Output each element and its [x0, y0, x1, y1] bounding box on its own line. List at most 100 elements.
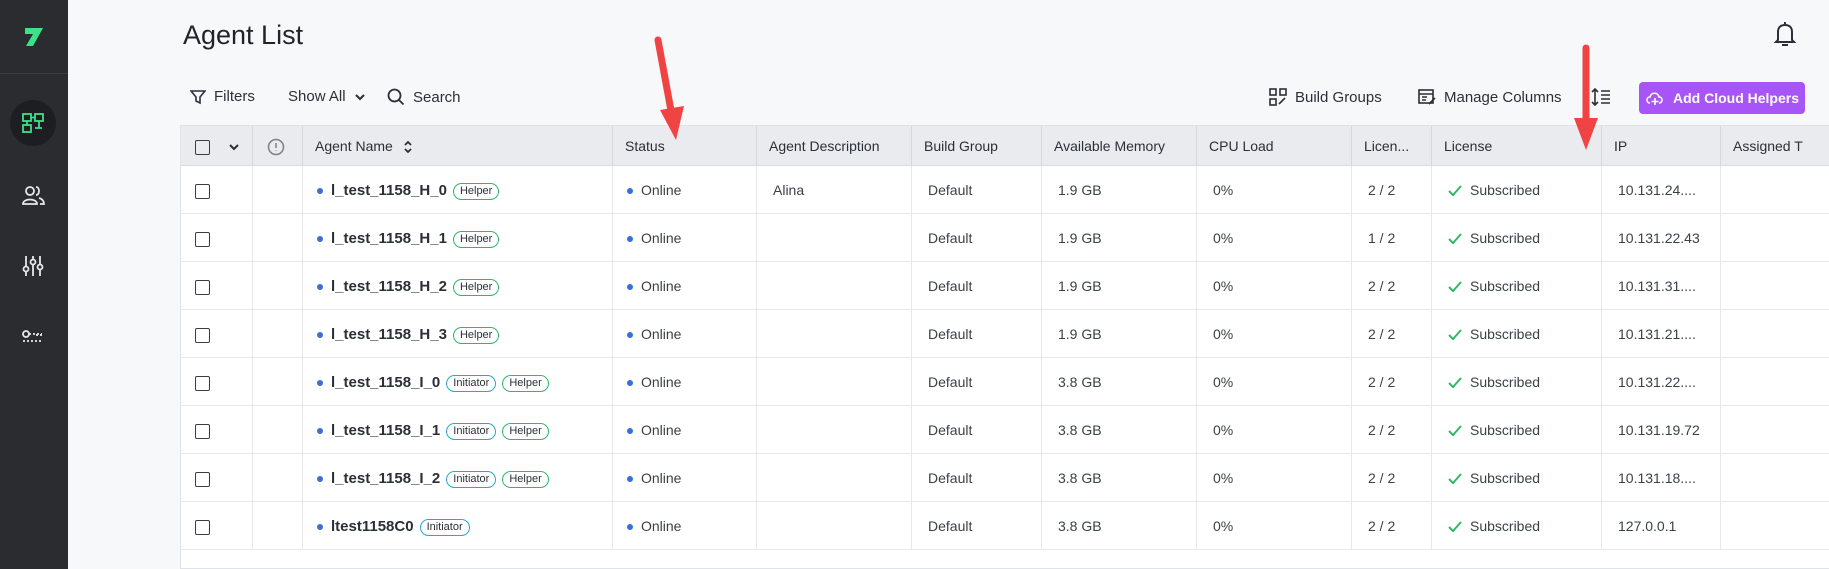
main-content: Agent List Filters Show All Search Build…	[68, 0, 1829, 569]
row-checkbox[interactable]	[195, 519, 210, 535]
sidebar-item-agents[interactable]	[10, 100, 56, 146]
agent-name-cell: l_test_1158_H_2 Helper	[303, 262, 613, 310]
build-group-cell: Default	[912, 310, 1042, 358]
license-cell: Subscribed	[1432, 214, 1602, 262]
cloud-plus-icon	[1646, 92, 1663, 105]
table-row[interactable]: l_test_1158_I_2 Initiator Helper Online Defa…	[181, 454, 1829, 502]
info-header	[253, 126, 303, 166]
row-select-cell	[181, 454, 253, 502]
agent-name[interactable]: l_test_1158_H_0	[331, 182, 447, 199]
check-icon	[1448, 185, 1462, 197]
select-all-checkbox[interactable]	[195, 139, 210, 155]
agent-name[interactable]: l_test_1158_H_2	[331, 278, 447, 295]
build-group-cell: Default	[912, 454, 1042, 502]
table-row[interactable]: l_test_1158_I_0 Initiator Helper Online Defa…	[181, 358, 1829, 406]
table-row[interactable]: l_test_1158_H_1 Helper Online Default 1.9 GB…	[181, 214, 1829, 262]
add-cloud-helpers-button[interactable]: Add Cloud Helpers	[1639, 82, 1805, 114]
check-icon	[1448, 377, 1462, 389]
assigned-header[interactable]: Assigned T	[1721, 126, 1829, 166]
status-text: Online	[641, 518, 682, 534]
cpu-cell: 0%	[1197, 502, 1352, 550]
agent-name-cell: l_test_1158_I_1 Initiator Helper	[303, 406, 613, 454]
agent-name[interactable]: l_test_1158_I_0	[331, 374, 440, 391]
table-row[interactable]: l_test_1158_H_2 Helper Online Default 1.9 GB…	[181, 262, 1829, 310]
bell-icon	[1773, 22, 1797, 46]
select-all-header[interactable]	[181, 126, 253, 166]
description-cell	[757, 502, 912, 550]
agent-description-header[interactable]: Agent Description	[757, 126, 912, 166]
check-icon	[1448, 281, 1462, 293]
add-cloud-helpers-label: Add Cloud Helpers	[1672, 90, 1799, 106]
agent-name[interactable]: l_test_1158_H_1	[331, 230, 447, 247]
logo[interactable]	[0, 0, 68, 74]
empty-cell	[253, 214, 303, 262]
show-all-dropdown[interactable]: Show All	[288, 88, 366, 105]
ip-cell: 10.131.22.43	[1602, 214, 1721, 262]
agent-name-header[interactable]: Agent Name	[303, 126, 613, 166]
empty-cell	[253, 454, 303, 502]
build-group-header[interactable]: Build Group	[912, 126, 1042, 166]
build-group-cell: Default	[912, 262, 1042, 310]
agent-name[interactable]: l_test_1158_H_3	[331, 326, 447, 343]
row-select-cell	[181, 310, 253, 358]
sidebar-item-users[interactable]	[10, 172, 56, 218]
table-row[interactable]: l_test_1158_H_3 Helper Online Default 1.9 GB…	[181, 310, 1829, 358]
manage-columns-button[interactable]: Manage Columns	[1418, 88, 1562, 106]
cpu-cell: 0%	[1197, 214, 1352, 262]
build-groups-button[interactable]: Build Groups	[1269, 88, 1382, 106]
row-select-cell	[181, 502, 253, 550]
online-dot	[627, 236, 633, 243]
license-cell: Subscribed	[1432, 166, 1602, 214]
agent-name-cell: l_test_1158_H_1 Helper	[303, 214, 613, 262]
sidebar-item-settings[interactable]	[10, 243, 56, 289]
row-checkbox[interactable]	[195, 183, 210, 199]
row-checkbox[interactable]	[195, 231, 210, 247]
build-group-cell: Default	[912, 502, 1042, 550]
agent-description-header-label: Agent Description	[769, 138, 880, 154]
licenses-header[interactable]: Licen...	[1352, 126, 1432, 166]
online-dot	[627, 188, 633, 195]
row-checkbox[interactable]	[195, 471, 210, 487]
table-row[interactable]: l_test_1158_H_0 Helper Online Alina Default 1…	[181, 166, 1829, 214]
agent-status-dot	[317, 236, 323, 243]
agent-name[interactable]: ltest1158C0	[331, 518, 414, 535]
row-checkbox[interactable]	[195, 375, 210, 391]
annotation-arrow-license	[1574, 44, 1598, 150]
table-row[interactable]: l_test_1158_I_1 Initiator Helper Online Defa…	[181, 406, 1829, 454]
license-cell: Subscribed	[1432, 262, 1602, 310]
initiator-tag: Initiator	[446, 422, 497, 440]
description-cell: Alina	[757, 166, 912, 214]
row-checkbox[interactable]	[195, 327, 210, 343]
status-text: Online	[641, 230, 682, 246]
notifications-button[interactable]	[1773, 20, 1797, 53]
sidebar	[0, 0, 68, 569]
agent-name[interactable]: l_test_1158_I_1	[331, 422, 440, 439]
empty-cell	[1721, 262, 1829, 310]
row-checkbox[interactable]	[195, 423, 210, 439]
empty-cell	[1721, 454, 1829, 502]
agent-status-dot	[317, 428, 323, 435]
filters-button[interactable]: Filters	[190, 88, 255, 105]
ip-header[interactable]: IP	[1602, 126, 1721, 166]
license-header-label: License	[1444, 138, 1493, 154]
cpu-load-header[interactable]: CPU Load	[1197, 126, 1352, 166]
table-row[interactable]: ltest1158C0 Initiator Online Default 3.8 GB 0…	[181, 502, 1829, 550]
license-cell: Subscribed	[1432, 454, 1602, 502]
chevron-down-icon[interactable]	[228, 141, 240, 153]
available-memory-header[interactable]: Available Memory	[1042, 126, 1197, 166]
filter-icon	[190, 89, 206, 104]
row-checkbox[interactable]	[195, 279, 210, 295]
helper-tag: Helper	[502, 470, 549, 488]
sort-icon[interactable]	[403, 139, 413, 155]
initiator-tag: Initiator	[446, 470, 497, 488]
memory-cell: 1.9 GB	[1042, 310, 1197, 358]
agent-name[interactable]: l_test_1158_I_2	[331, 470, 440, 487]
build-group-cell: Default	[912, 166, 1042, 214]
status-cell: Online	[613, 454, 757, 502]
search-button[interactable]: Search	[387, 88, 461, 106]
sidebar-item-keys[interactable]	[10, 313, 56, 359]
ip-header-label: IP	[1614, 138, 1628, 154]
row-select-cell	[181, 214, 253, 262]
licenses-cell: 2 / 2	[1352, 310, 1432, 358]
manage-columns-label: Manage Columns	[1444, 88, 1562, 106]
